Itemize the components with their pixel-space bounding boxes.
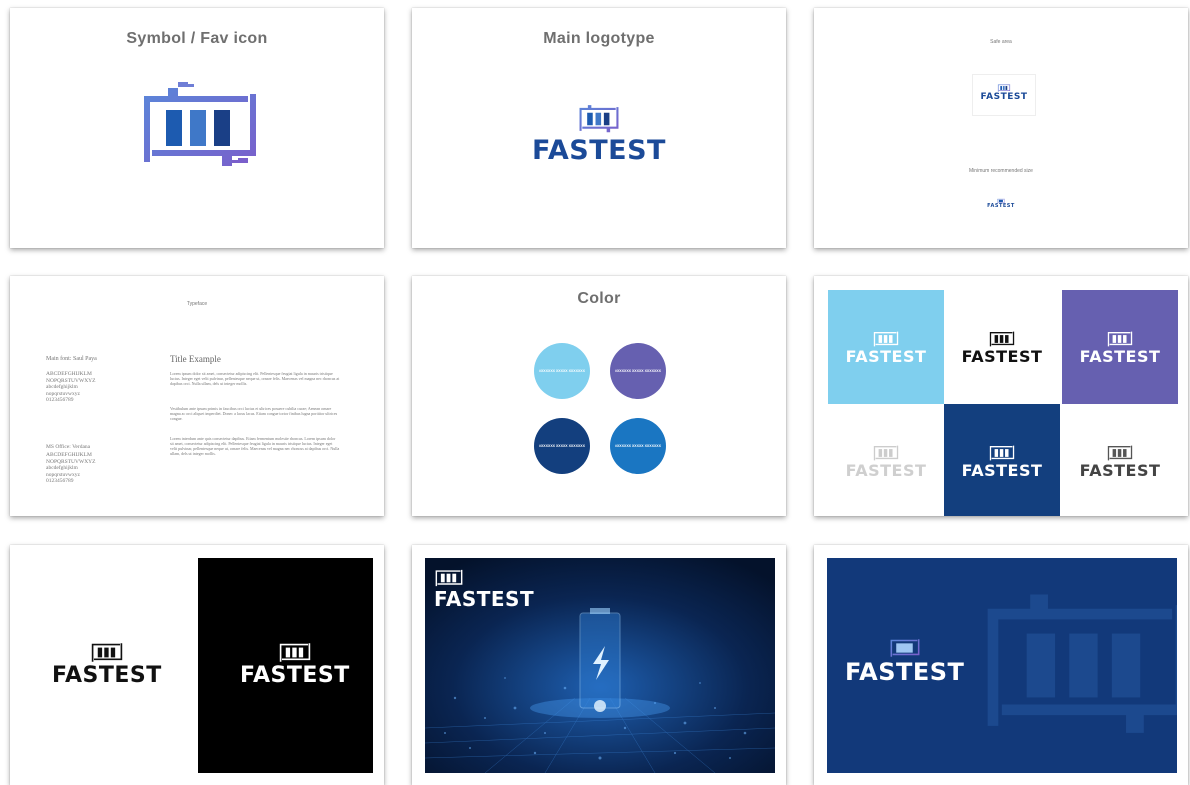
slide-pattern: FASTEST — [814, 545, 1188, 785]
logo: FASTEST — [845, 636, 964, 684]
battery-plug-icon — [91, 643, 123, 662]
example-paragraph: Vestibulum ante ipsum primis in faucibus… — [170, 406, 338, 421]
min-size-label: Minimum recommended size — [969, 168, 1033, 174]
battery-plug-icon — [890, 639, 920, 657]
color-swatch-purple: #XXXXXX XXXXX XXXXXXX — [610, 343, 666, 399]
slide-title: Color — [577, 290, 621, 307]
slide-safe-area: Safe area FASTEST Minimum recommended si… — [814, 8, 1188, 248]
min-size-logo: FASTEST — [814, 198, 1188, 209]
wordmark: FASTEST — [845, 658, 965, 686]
slide-title: Main logotype — [543, 30, 655, 47]
logo: FASTEST — [962, 329, 1043, 365]
main-logo: FASTEST — [412, 103, 786, 164]
wordmark: FASTEST — [961, 347, 1043, 366]
logo-white: FASTEST — [434, 567, 534, 609]
slide-photo-mockup: FASTEST — [412, 545, 786, 785]
color-swatch-navy: #XXXXXX XXXXX XXXXXXX — [534, 418, 590, 474]
battery-plug-icon — [1107, 331, 1133, 347]
battery-plug-icon — [435, 569, 463, 587]
slide-symbol: Symbol / Fav icon — [10, 8, 384, 248]
wordmark: FASTEST — [1079, 347, 1161, 366]
alt-font-glyphs: ABCDEFGHIJKLM NOPQRSTUVWXYZ abcdefghijkl… — [46, 452, 96, 485]
wordmark: FASTEST — [532, 135, 666, 166]
variant-tile-navy: FASTEST — [944, 404, 1060, 516]
wordmark: FASTEST — [845, 347, 927, 366]
example-title: Title Example — [170, 354, 221, 364]
battery-plug-icon — [987, 594, 1177, 733]
wordmark: FASTEST — [987, 203, 1015, 209]
variant-tile-white: FASTEST — [944, 290, 1060, 404]
black-panel: FASTEST — [198, 558, 373, 773]
logo-white: FASTEST — [240, 640, 350, 687]
logo: FASTEST — [1080, 443, 1161, 479]
slide-color: Color #XXXXXX XXXXX XXXXXXX #XXXXXX XXXX… — [412, 276, 786, 516]
battery-plug-icon — [989, 445, 1015, 461]
color-swatch-blue: #XXXXXX XXXXX XXXXXXX — [610, 418, 666, 474]
slide-title: Symbol / Fav icon — [126, 30, 268, 47]
battery-plug-icon — [279, 643, 311, 662]
wordmark: FASTEST — [845, 461, 927, 480]
color-swatch-light-blue: #XXXXXX XXXXX XXXXXXX — [534, 343, 590, 399]
slide-typography: Typeface Main font: Saul Paya ABCDEFGHIJ… — [10, 276, 384, 516]
battery-plug-icon — [873, 445, 899, 461]
battery-plug-icon — [579, 105, 619, 133]
logo: FASTEST — [846, 329, 927, 365]
safe-area-label: Safe area — [990, 39, 1012, 45]
main-font-glyphs: ABCDEFGHIJKLM NOPQRSTUVWXYZ abcdefghijkl… — [46, 371, 96, 404]
battery-plug-icon — [873, 331, 899, 347]
wordmark: FASTEST — [240, 663, 350, 688]
logo: FASTEST — [962, 443, 1043, 479]
logo: FASTEST — [846, 443, 927, 479]
variant-tile-purple: FASTEST — [1062, 290, 1178, 404]
slide-logo-variants: FASTEST FASTEST FASTEST FASTEST FASTEST … — [814, 276, 1188, 516]
wordmark: FASTEST — [1079, 461, 1161, 480]
logo-black: FASTEST — [52, 640, 162, 687]
wordmark: FASTEST — [961, 461, 1043, 480]
example-paragraph: Lorem ipsum dolor sit amet, consectetur … — [170, 371, 340, 386]
safe-area-logo: FASTEST — [973, 83, 1035, 102]
battery-plug-icon — [1107, 445, 1133, 461]
alt-font-name: MS Office: Verdana — [46, 444, 91, 450]
battery-plug-icon — [144, 82, 256, 166]
slide-monochrome: FASTEST FASTEST — [10, 545, 384, 785]
variant-tile-gray: FASTEST — [1062, 404, 1178, 516]
navy-panel: FASTEST — [827, 558, 1177, 773]
example-paragraph: Lorem interdum ante quis consectetur dap… — [170, 436, 340, 456]
wordmark: FASTEST — [52, 663, 162, 688]
logo: FASTEST — [1080, 329, 1161, 365]
variant-tile-light-gray: FASTEST — [828, 404, 944, 516]
main-font-name: Main font: Saul Paya — [46, 356, 97, 362]
safe-area-box: FASTEST — [972, 74, 1036, 116]
wordmark: FASTEST — [434, 587, 535, 611]
typeface-header: Typeface — [186, 301, 208, 307]
wordmark: FASTEST — [980, 92, 1028, 102]
variant-tile-light-blue: FASTEST — [828, 290, 944, 404]
slide-main-logotype: Main logotype FASTEST — [412, 8, 786, 248]
battery-plug-icon — [989, 331, 1015, 347]
